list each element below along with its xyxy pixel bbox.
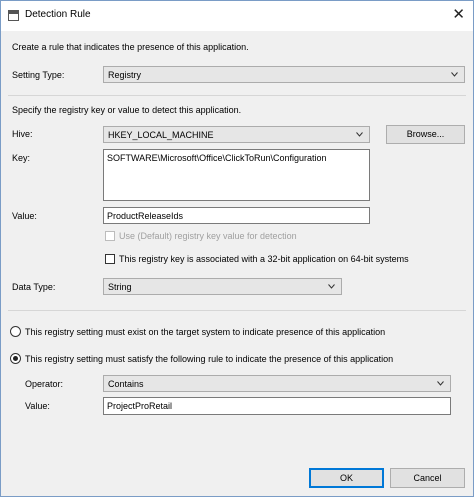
title-bar: Detection Rule ✕: [1, 1, 473, 31]
operator-value: Contains: [108, 379, 144, 389]
chevron-down-icon: [356, 132, 363, 137]
intro-text: Create a rule that indicates the presenc…: [12, 42, 249, 52]
32bit-label: This registry key is associated with a 3…: [119, 254, 409, 264]
chevron-down-icon: [328, 284, 335, 289]
cancel-button[interactable]: Cancel: [390, 468, 465, 488]
window-title: Detection Rule: [25, 9, 91, 20]
key-value: SOFTWARE\Microsoft\Office\ClickToRun\Con…: [107, 153, 327, 163]
radio-must-exist[interactable]: [10, 326, 21, 337]
32bit-checkbox[interactable]: [105, 254, 115, 264]
chevron-down-icon: [437, 381, 444, 386]
specify-text: Specify the registry key or value to det…: [12, 105, 242, 115]
chevron-down-icon: [451, 72, 458, 77]
rule-value-label: Value:: [25, 401, 50, 411]
setting-type-label: Setting Type:: [12, 70, 65, 80]
data-type-dropdown[interactable]: String: [103, 278, 342, 295]
detection-rule-dialog: Detection Rule ✕ Create a rule that indi…: [0, 0, 474, 497]
operator-dropdown[interactable]: Contains: [103, 375, 451, 392]
radio-must-exist-label: This registry setting must exist on the …: [25, 327, 386, 337]
browse-button[interactable]: Browse...: [386, 125, 465, 144]
rule-value-value: ProjectProRetail: [107, 401, 173, 411]
setting-type-value: Registry: [108, 70, 142, 80]
separator: [8, 95, 466, 96]
dialog-body: Create a rule that indicates the presenc…: [1, 31, 473, 496]
hive-value: HKEY_LOCAL_MACHINE: [108, 130, 214, 140]
ok-button[interactable]: OK: [309, 468, 384, 488]
separator: [8, 310, 466, 311]
radio-satisfy-rule[interactable]: [10, 353, 21, 364]
value-label: Value:: [12, 211, 37, 221]
rule-value-field[interactable]: ProjectProRetail: [103, 397, 451, 415]
data-type-label: Data Type:: [12, 282, 56, 292]
hive-label: Hive:: [12, 129, 33, 139]
radio-satisfy-rule-label: This registry setting must satisfy the f…: [25, 354, 394, 364]
data-type-value: String: [108, 282, 132, 292]
window-icon: [8, 10, 19, 21]
key-label: Key:: [12, 153, 31, 163]
use-default-label: Use (Default) registry key value for det…: [119, 231, 297, 241]
value-field[interactable]: ProductReleaseIds: [103, 207, 370, 224]
value-value: ProductReleaseIds: [107, 211, 184, 221]
key-field[interactable]: SOFTWARE\Microsoft\Office\ClickToRun\Con…: [103, 149, 370, 201]
setting-type-dropdown[interactable]: Registry: [103, 66, 465, 83]
close-icon[interactable]: ✕: [452, 5, 465, 25]
use-default-checkbox[interactable]: [105, 231, 115, 241]
operator-label: Operator:: [25, 379, 64, 389]
hive-dropdown[interactable]: HKEY_LOCAL_MACHINE: [103, 126, 370, 143]
